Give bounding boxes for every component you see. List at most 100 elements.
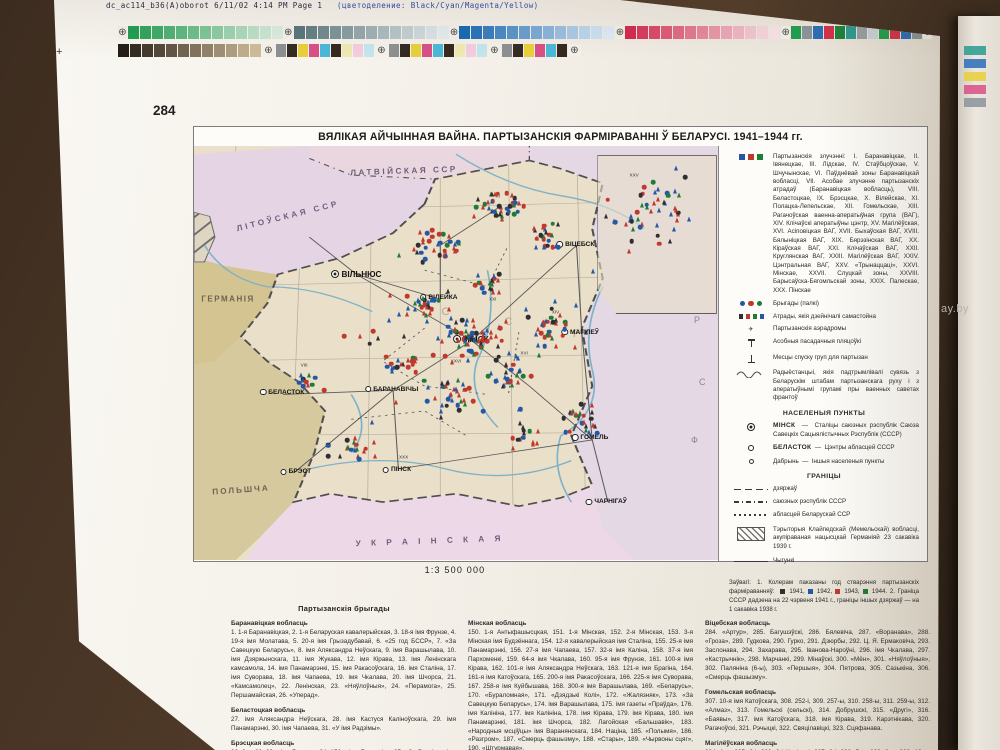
brigades-list-columns: Баранавіцкая вобласць1. 1-я Баранавіцкая… [231,619,930,750]
detachment-symbol [353,448,357,453]
detachment-symbol [373,454,377,459]
brigade-symbol [494,379,499,384]
brigade-symbol [549,307,554,312]
brigades-column: Баранавіцкая вобласць1. 1-я Баранавіцкая… [231,619,456,750]
detachment-symbol [299,372,303,377]
detachment-symbol [358,333,362,338]
detachment-symbol [439,409,443,414]
detachment-symbol [536,326,540,331]
color-patch [378,26,389,39]
detachment-symbol [490,278,494,283]
detachment-symbol [362,449,366,454]
city-name: ВІЛЬНЮС [341,270,381,279]
color-patch [236,26,247,39]
detachment-symbol [481,205,485,210]
color-patch [964,46,986,55]
brigade-symbol [310,382,315,387]
brigade-symbol [423,257,428,262]
color-patch [140,26,151,39]
detachment-symbol [516,379,520,384]
oblast-city-dot [260,389,267,396]
detachment-symbol [537,352,541,357]
oblast-city-dot [586,499,593,506]
brigade-symbol [460,353,465,358]
detachment-symbol [490,192,494,197]
brigade-symbol [474,331,479,336]
brigade-symbol [550,221,555,226]
detachment-symbol [456,378,460,383]
detachment-symbol [338,454,342,459]
detachment-symbol [456,338,460,343]
color-patch [791,26,801,39]
detachment-symbol [472,352,476,357]
brigade-symbol [410,363,415,368]
color-patch [603,26,614,39]
detachment-symbol [370,420,374,425]
city-name: БРЭСТ [289,468,311,475]
color-patch [176,26,187,39]
color-patch [661,26,672,39]
registration-cross-icon: + [56,46,62,58]
registration-mark-icon: ⊕ [781,26,790,39]
color-patch [455,44,465,57]
brigade-symbol [497,204,502,209]
city-label: ПІНСК [382,461,411,479]
registration-mark-icon: ⊕ [568,44,581,57]
detachment-symbol [440,381,444,386]
color-patch [637,26,648,39]
color-patch [535,44,545,57]
detachment-symbol [491,290,495,295]
detachment-symbol [573,344,577,349]
brigade-symbol [425,231,430,236]
country-label: Р [694,315,700,325]
brigade-symbol [354,442,359,447]
photo-of-atlas-page: dc_ac114_b36(A)oborot 6/11/02 4:14 PM Pa… [0,0,1000,750]
brigade-symbol [606,198,611,203]
brigade-symbol [437,232,442,237]
brigade-symbol [638,193,643,198]
brigade-symbol [589,416,594,421]
oblast-city-dot [572,434,579,441]
color-patch [846,26,856,39]
occupied-territory-hatch-icon [729,526,773,551]
color-patch [433,44,443,57]
detachment-symbol [591,269,595,274]
city-name: ЧАРНІГАЎ [594,498,627,505]
aerodrome-icon: ✈ [729,325,773,333]
color-patch [824,26,834,39]
detachment-symbol [514,353,518,358]
detachment-symbol [464,335,468,340]
oblast-city-dot [382,467,389,474]
detachment-symbol [453,241,457,246]
color-patch [733,26,744,39]
brigade-symbol [567,429,572,434]
occupied-territory-label: Тэрыторыя Клайпедскай (Мемельскай) вобла… [773,526,919,551]
detachment-symbol [497,289,501,294]
detachment-symbol [466,357,470,362]
detachment-symbol [425,318,429,323]
color-patch [250,44,261,57]
oblast-city-icon [729,444,773,454]
brigade-symbol [497,272,502,277]
detachment-symbol [443,248,447,253]
color-patch [495,26,506,39]
city-label: ЧАРНІГАЎ [586,493,627,511]
detachment-symbol [472,324,476,329]
color-patch [422,44,432,57]
city-name: ПІНСК [391,466,411,473]
color-patch [567,26,578,39]
detachment-symbol [548,333,552,338]
detachment-symbol [673,188,677,193]
brigade-symbol [516,437,521,442]
detachment-symbol [604,213,608,218]
brigade-symbol [539,233,544,238]
color-patch [709,26,720,39]
detachment-symbol [498,212,502,217]
detachment-symbol [449,392,453,397]
brigade-symbol [504,191,509,196]
brigade-symbol [683,175,688,180]
radio-stations-label: Радыёстанцыі, якія падтрымлівалі сувязь … [773,369,919,402]
detachment-symbol [405,311,409,316]
color-patch [342,44,352,57]
detachment-symbol [457,241,461,246]
